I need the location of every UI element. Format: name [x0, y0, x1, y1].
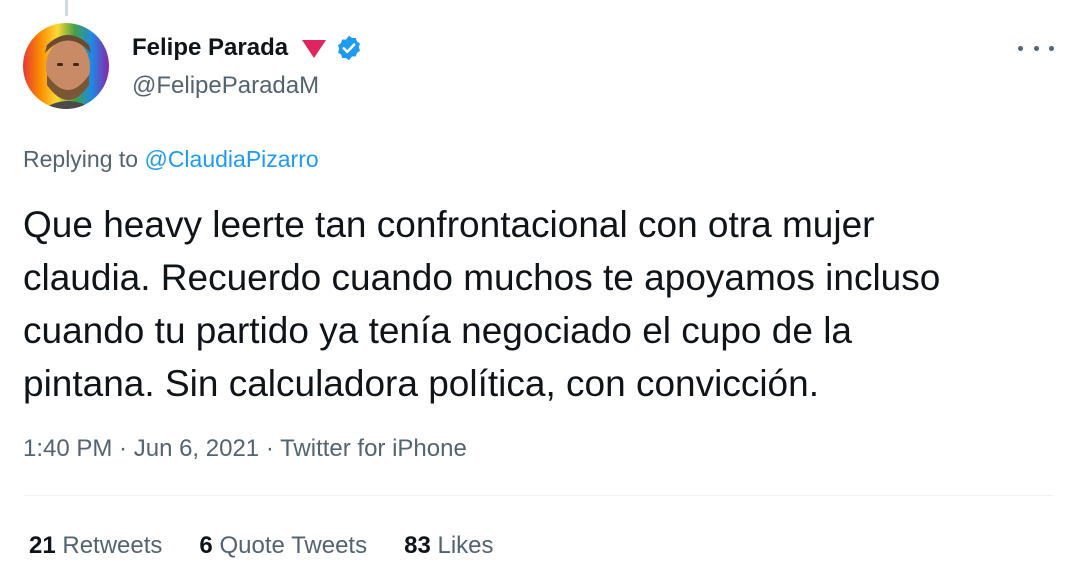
retweets-stat[interactable]: 21 Retweets	[29, 529, 162, 563]
tweet-metadata: 1:40 PM · Jun 6, 2021 · Twitter for iPho…	[23, 432, 467, 466]
more-options-icon[interactable]	[1018, 34, 1054, 62]
quote-tweets-count: 6	[199, 532, 213, 559]
more-dot	[1049, 45, 1054, 51]
avatar-image	[23, 23, 109, 109]
author-display-name[interactable]: Felipe Parada	[132, 30, 288, 66]
quote-tweets-label: Quote Tweets	[212, 532, 368, 559]
thread-connector-line	[65, 0, 68, 16]
tweet-date[interactable]: Jun 6, 2021	[134, 435, 259, 462]
retweets-label: Retweets	[55, 532, 163, 559]
meta-separator: ·	[112, 435, 134, 462]
replying-to-line: Replying to @ClaudiaPizarro	[23, 143, 319, 175]
tweet-source[interactable]: Twitter for iPhone	[280, 435, 467, 462]
likes-count: 83	[404, 532, 431, 559]
meta-separator: ·	[259, 435, 281, 462]
retweets-count: 21	[29, 532, 56, 559]
divider	[23, 495, 1053, 496]
likes-stat[interactable]: 83 Likes	[404, 529, 493, 563]
likes-label: Likes	[430, 532, 494, 559]
replying-to-label: Replying to	[23, 146, 145, 172]
quote-tweets-stat[interactable]: 6 Quote Tweets	[199, 529, 367, 563]
engagement-stats: 21 Retweets 6 Quote Tweets 83 Likes	[29, 529, 531, 563]
verified-badge-icon	[334, 33, 364, 63]
avatar[interactable]	[23, 23, 109, 109]
more-dot	[1033, 45, 1039, 51]
more-dot	[1018, 45, 1023, 51]
author-handle[interactable]: @FelipeParadaM	[132, 71, 319, 101]
tweet-time[interactable]: 1:40 PM	[23, 435, 112, 462]
reply-mention-link[interactable]: @ClaudiaPizarro	[144, 146, 318, 172]
red-down-triangle-icon	[302, 40, 327, 58]
author-name-row[interactable]: Felipe Parada	[132, 30, 364, 66]
tweet-text: Que heavy leerte tan confrontacional con…	[23, 204, 941, 404]
